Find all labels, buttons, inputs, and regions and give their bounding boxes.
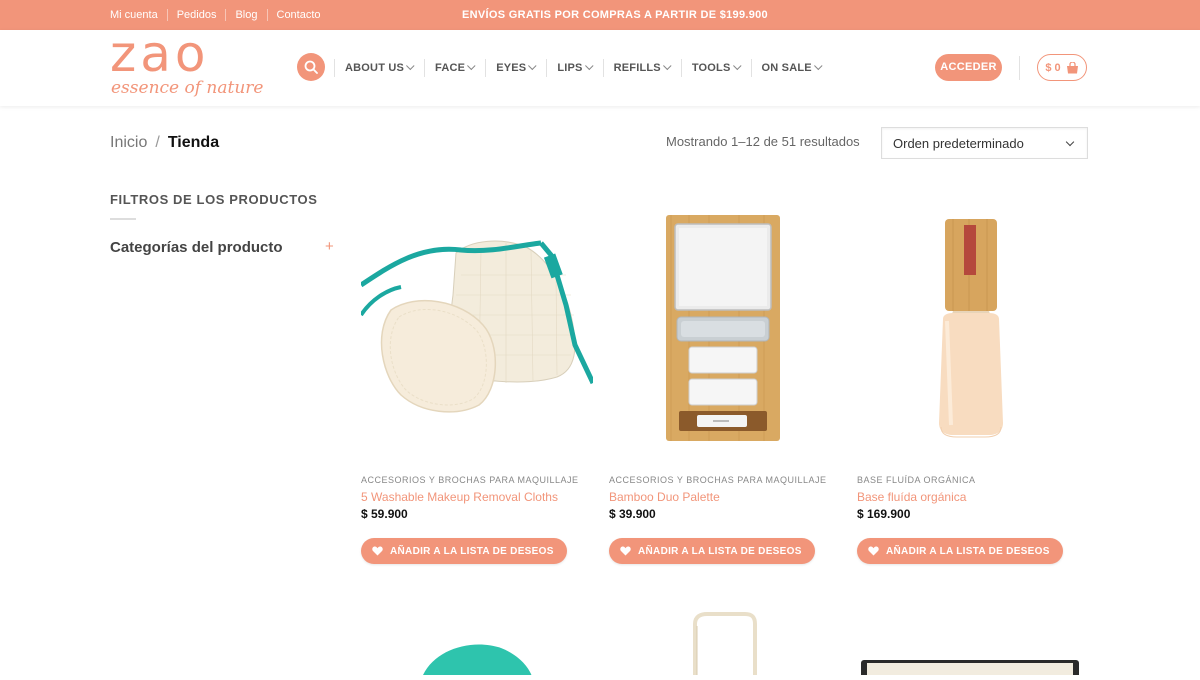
product-image-makeup-cloths[interactable] (359, 205, 596, 455)
chevron-down-icon (584, 61, 594, 71)
nav-about-us-label: ABOUT US (345, 62, 405, 74)
makeup-cloths-illustration (359, 240, 596, 413)
product-image-tote-bag[interactable] (609, 612, 841, 680)
nav-tools[interactable]: TOOLS (680, 59, 751, 77)
product-name[interactable]: Bamboo Duo Palette (609, 490, 720, 504)
chevron-down-icon (467, 61, 476, 71)
site-header: zao essence of nature ABOUT US FACE EYES… (0, 28, 1200, 106)
top-link-contacto[interactable]: Contacto (266, 9, 330, 21)
nav-face[interactable]: FACE (424, 59, 485, 77)
heart-icon (372, 546, 383, 556)
product-image-bamboo-duo-palette[interactable] (609, 205, 841, 455)
cart-total: $ 0 (1045, 61, 1061, 74)
heading-divider (110, 218, 136, 220)
product-card: ACCESORIOS Y BROCHAS PARA MAQUILLAJE 5 W… (359, 205, 596, 564)
chevron-down-icon (813, 61, 823, 71)
product-categories-toggle[interactable]: Categorías del producto (110, 239, 283, 256)
nav-lips-label: LIPS (557, 62, 583, 74)
heart-icon (620, 546, 631, 556)
product-card: BASE FLUÍDA ORGÁNICA Base fluída orgánic… (857, 205, 1089, 564)
brand-logo[interactable]: zao essence of nature (110, 28, 264, 102)
breadcrumb-separator: / (155, 134, 160, 151)
chevron-down-icon (528, 61, 537, 71)
shopping-bag-icon (1066, 61, 1078, 73)
product-name[interactable]: Base fluída orgánica (857, 490, 966, 504)
nav-face-label: FACE (435, 62, 466, 74)
top-link-blog[interactable]: Blog (225, 9, 266, 21)
foundation-bottle-illustration (939, 219, 1003, 438)
product-name[interactable]: 5 Washable Makeup Removal Cloths (361, 490, 558, 504)
pouch-illustration (861, 660, 1079, 680)
expand-plus-icon[interactable]: + (325, 238, 334, 255)
sort-select[interactable]: Orden predeterminado (881, 127, 1088, 159)
product-category: BASE FLUÍDA ORGÁNICA (857, 475, 976, 485)
add-to-wishlist-button[interactable]: AÑADIR A LA LISTA DE DESEOS (857, 538, 1063, 564)
nav-on-sale-label: ON SALE (761, 62, 812, 74)
search-icon (304, 60, 318, 74)
top-link-mi-cuenta[interactable]: Mi cuenta (110, 9, 167, 21)
wishlist-label: AÑADIR A LA LISTA DE DESEOS (886, 545, 1050, 557)
heart-icon (868, 546, 879, 556)
product-category: ACCESORIOS Y BROCHAS PARA MAQUILLAJE (609, 475, 827, 485)
top-link-pedidos[interactable]: Pedidos (166, 9, 226, 21)
login-button[interactable]: ACCEDER (935, 54, 1002, 81)
chevron-down-icon (662, 61, 672, 71)
chevron-down-icon (406, 61, 415, 71)
nav-eyes[interactable]: EYES (485, 59, 546, 77)
nav-about-us[interactable]: ABOUT US (334, 59, 424, 77)
product-image-sponge[interactable] (361, 620, 593, 680)
breadcrumb-current: Tienda (167, 134, 220, 151)
product-image-pouch[interactable] (857, 655, 1089, 680)
product-price: $ 169.900 (857, 507, 911, 521)
shipping-promo: ENVÍOS GRATIS POR COMPRAS A PARTIR DE $1… (462, 9, 768, 21)
nav-lips[interactable]: LIPS (546, 59, 602, 77)
logo-wordmark: zao (110, 25, 210, 83)
wishlist-label: AÑADIR A LA LISTA DE DESEOS (390, 545, 554, 557)
product-price: $ 59.900 (361, 507, 408, 521)
breadcrumb: Inicio / Tienda (110, 134, 219, 152)
product-image-base-fluida[interactable] (857, 205, 1089, 455)
product-card: ACCESORIOS Y BROCHAS PARA MAQUILLAJE Bam… (609, 205, 841, 564)
logo-tagline: essence of nature (111, 78, 264, 98)
nav-refills-label: REFILLS (613, 62, 661, 74)
cart-button[interactable]: $ 0 (1037, 54, 1087, 81)
sort-selected-value: Orden predeterminado (893, 135, 1024, 151)
header-divider (1019, 56, 1020, 80)
blender-sponge-illustration (421, 644, 533, 680)
breadcrumb-home[interactable]: Inicio (110, 134, 147, 151)
main-nav: ABOUT US FACE EYES LIPS REFILLS TOOLS ON… (334, 30, 832, 106)
wishlist-label: AÑADIR A LA LISTA DE DESEOS (638, 545, 802, 557)
search-button[interactable] (297, 53, 325, 81)
bamboo-palette-illustration (666, 215, 780, 441)
nav-refills[interactable]: REFILLS (602, 59, 681, 77)
product-category: ACCESORIOS Y BROCHAS PARA MAQUILLAJE (361, 475, 579, 485)
add-to-wishlist-button[interactable]: AÑADIR A LA LISTA DE DESEOS (609, 538, 815, 564)
filters-heading: FILTROS DE LOS PRODUCTOS (110, 192, 318, 207)
results-count: Mostrando 1–12 de 51 resultados (666, 134, 860, 149)
tote-bag-illustration (693, 612, 757, 680)
nav-on-sale[interactable]: ON SALE (750, 59, 832, 77)
nav-tools-label: TOOLS (691, 62, 731, 74)
chevron-down-icon (1065, 137, 1075, 147)
nav-eyes-label: EYES (496, 62, 527, 74)
add-to-wishlist-button[interactable]: AÑADIR A LA LISTA DE DESEOS (361, 538, 567, 564)
product-price: $ 39.900 (609, 507, 656, 521)
chevron-down-icon (732, 61, 742, 71)
